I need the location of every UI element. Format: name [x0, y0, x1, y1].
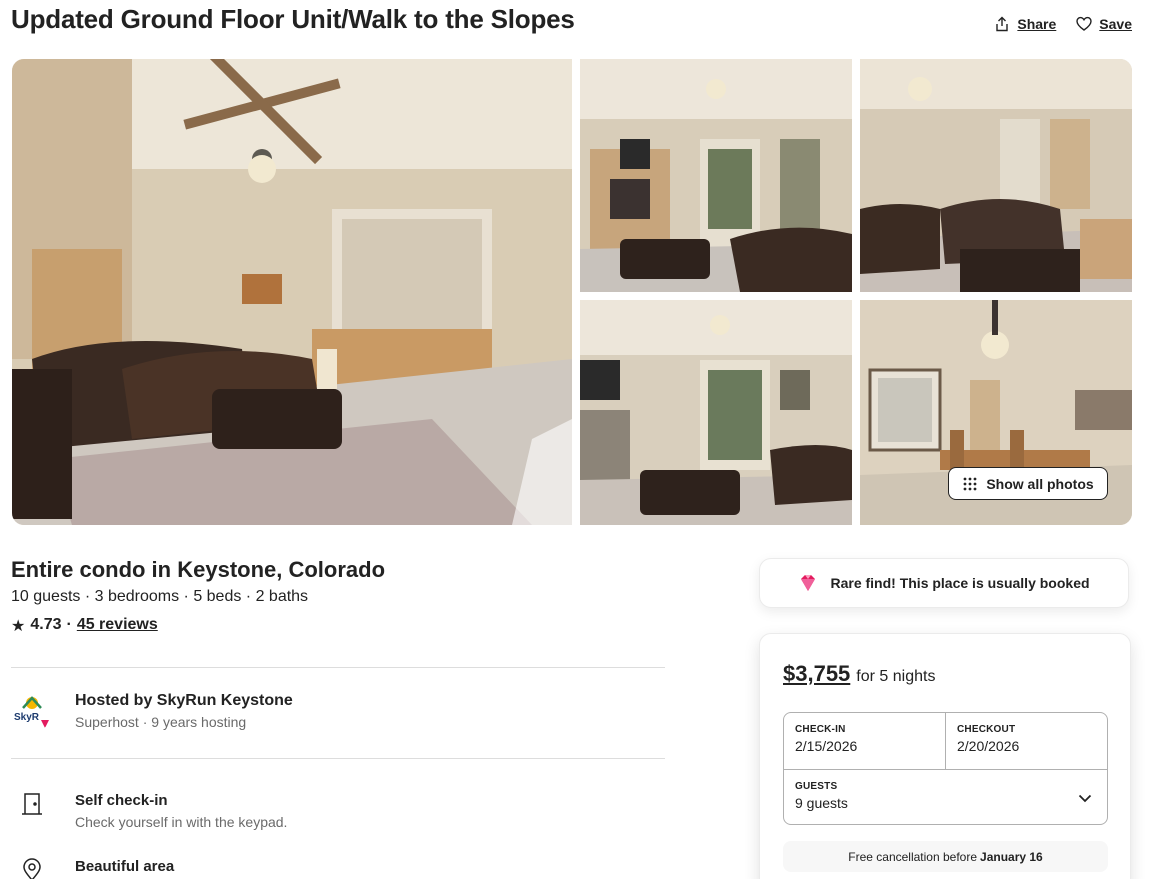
feature-title: Beautiful area: [75, 858, 175, 875]
booking-card: $3,755 for 5 nights CHECK-IN 2/15/2026 C…: [759, 633, 1131, 879]
photo-4[interactable]: [580, 300, 852, 525]
feature-beautiful-area: Beautiful area: [20, 858, 174, 879]
guests-value: 9 guests: [795, 795, 848, 811]
feature-desc: Check yourself in with the keypad.: [75, 814, 288, 830]
skyrun-logo-icon: SkyR: [14, 696, 49, 728]
sofa-photo: [860, 59, 1132, 292]
rating-separator: ·: [66, 616, 72, 633]
cancel-prefix: Free cancellation before: [848, 849, 978, 864]
rare-find-banner: Rare find! This place is usually booked: [759, 558, 1129, 608]
price-line: $3,755 for 5 nights: [783, 661, 935, 687]
checkin-label: CHECK-IN: [795, 724, 846, 735]
checkout-value: 2/20/2026: [957, 738, 1020, 754]
feature-self-check-in: Self check-in Check yourself in with the…: [20, 792, 287, 830]
photo-2[interactable]: [580, 59, 852, 292]
photo-gallery: [12, 59, 1132, 525]
checkout-label: CHECKOUT: [957, 724, 1016, 735]
grid-icon: [963, 477, 977, 490]
photo-3[interactable]: [860, 59, 1132, 292]
host-section: SkyR Hosted by SkyRun Keystone Superhost…: [11, 690, 293, 732]
cancel-date: January 16: [980, 849, 1043, 864]
host-meta: Superhost · 9 years hosting: [75, 714, 247, 730]
door-icon: [22, 793, 42, 815]
heart-icon: [1076, 16, 1092, 31]
share-icon: [996, 16, 1009, 32]
living-room-wide-photo: [580, 300, 852, 525]
share-label: Share: [1017, 16, 1057, 32]
free-cancellation-note: Free cancellation before January 16: [783, 841, 1108, 872]
skyrun-logo-text: SkyR: [14, 712, 40, 723]
divider: [11, 667, 665, 668]
chevron-down-icon: [1078, 794, 1092, 803]
price-suffix: for 5 nights: [856, 668, 936, 685]
divider: [11, 758, 665, 759]
host-info: Hosted by SkyRun Keystone Superhost · 9 …: [75, 692, 293, 730]
page-title: Updated Ground Floor Unit/Walk to the Sl…: [11, 4, 575, 34]
save-button[interactable]: Save: [1076, 14, 1132, 34]
map-pin-icon: [23, 858, 41, 879]
reviews-link[interactable]: 45 reviews: [77, 616, 158, 636]
show-all-label: Show all photos: [986, 475, 1094, 492]
guests-field[interactable]: GUESTS 9 guests: [784, 769, 1107, 825]
star-icon: ★: [11, 618, 26, 635]
listing-details: 10 guests · 3 bedrooms · 5 beds · 2 bath…: [11, 588, 309, 605]
rating-row: ★ 4.73 · 45 reviews: [11, 616, 158, 636]
show-all-photos-button[interactable]: Show all photos: [948, 467, 1108, 500]
top-actions: Share Save: [994, 14, 1132, 34]
checkin-value: 2/15/2026: [795, 738, 858, 754]
photo-main[interactable]: [12, 59, 572, 525]
host-name: Hosted by SkyRun Keystone: [75, 692, 293, 709]
share-button[interactable]: Share: [994, 14, 1056, 34]
rare-find-text: Rare find! This place is usually booked: [830, 575, 1090, 591]
living-room-photo: [12, 59, 572, 525]
save-label: Save: [1099, 16, 1132, 32]
feature-title: Self check-in: [75, 792, 168, 809]
date-guest-picker: CHECK-IN 2/15/2026 CHECKOUT 2/20/2026 GU…: [783, 712, 1108, 825]
host-avatar[interactable]: SkyR: [11, 690, 53, 732]
fireplace-photo: [580, 59, 852, 292]
listing-title: Entire condo in Keystone, Colorado: [11, 557, 386, 582]
checkin-field[interactable]: CHECK-IN 2/15/2026: [784, 713, 946, 769]
guests-label: GUESTS: [795, 781, 838, 792]
checkout-field[interactable]: CHECKOUT 2/20/2026: [946, 713, 1107, 769]
rating-value: 4.73: [30, 616, 62, 633]
gem-icon: [801, 575, 816, 591]
total-price[interactable]: $3,755: [783, 661, 850, 687]
